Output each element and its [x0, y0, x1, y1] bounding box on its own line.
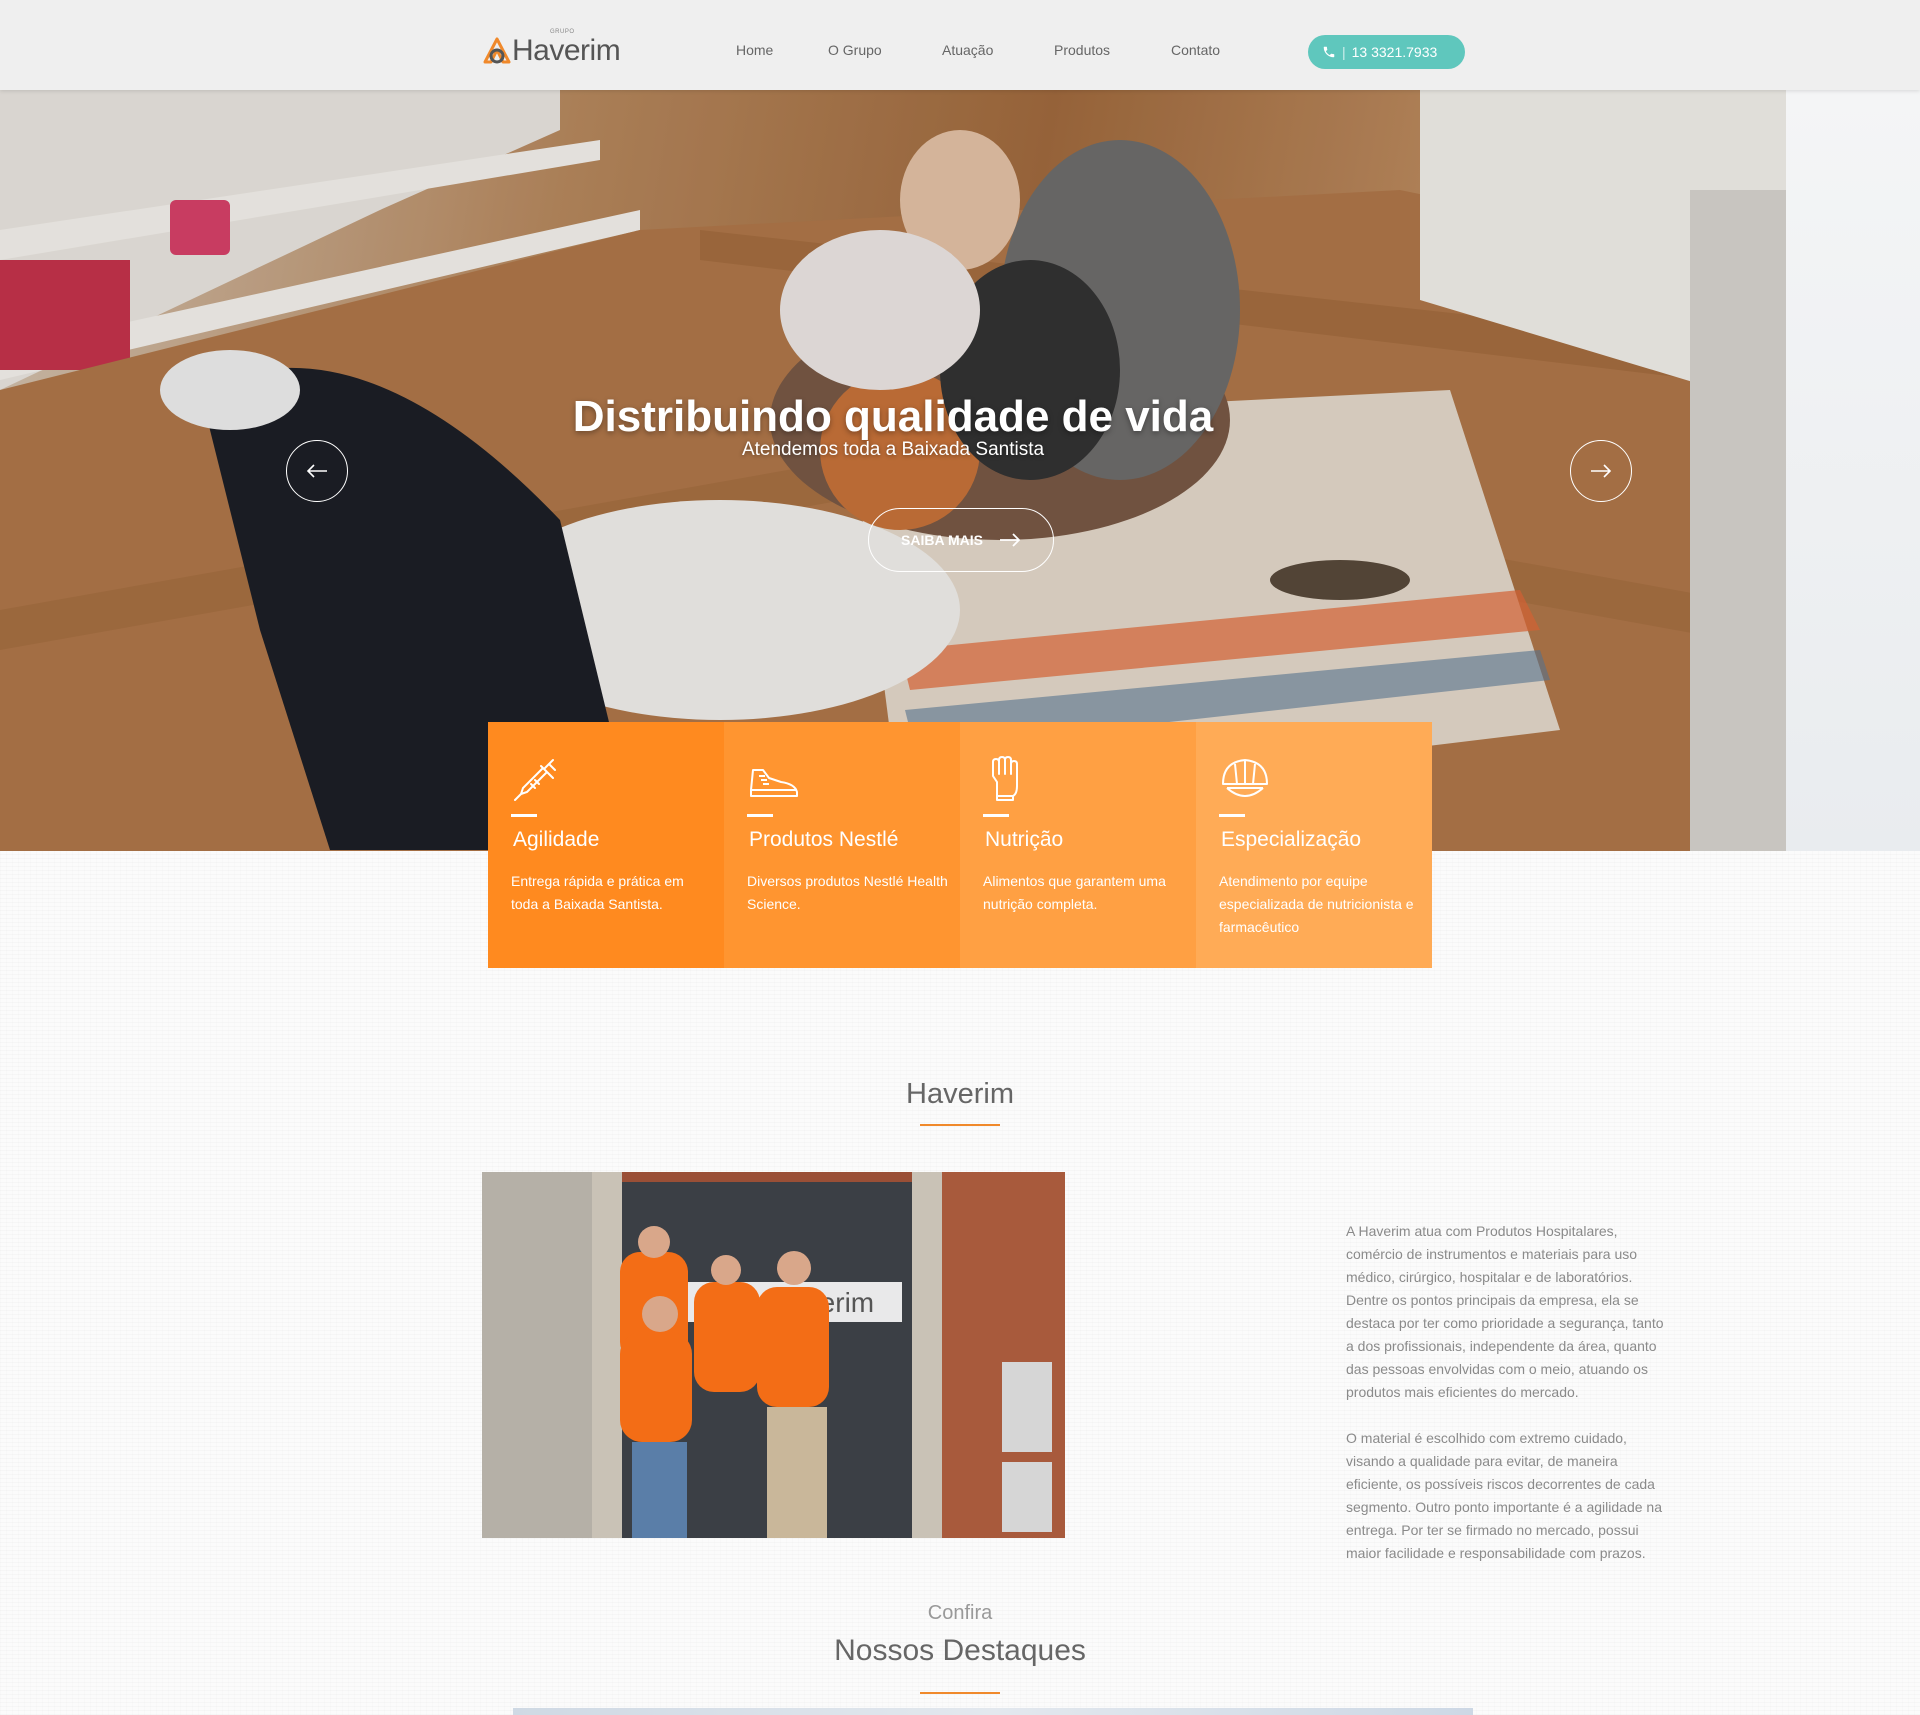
feature-bar [747, 814, 773, 817]
feature-bar [1219, 814, 1245, 817]
highlights-title-underline [920, 1692, 1000, 1694]
feature-text: Alimentos que garantem uma nutrição comp… [983, 873, 1166, 912]
phone-number: 13 3321.7933 [1351, 44, 1438, 60]
saiba-mais-button[interactable]: SAIBA MAIS [868, 508, 1054, 572]
arrow-right-icon [1591, 464, 1612, 478]
site-logo[interactable]: GRUPO Haverim [482, 26, 632, 67]
about-title-underline [920, 1124, 1000, 1126]
nav-o-grupo[interactable]: O Grupo [828, 42, 882, 58]
feature-card-nutricao: Nutrição Alimentos que garantem uma nutr… [960, 722, 1196, 968]
glove-icon [992, 756, 1018, 801]
feature-cards: Agilidade Entrega rápida e prática em to… [488, 722, 1432, 968]
feature-text: Atendimento por equipe especializada de … [1219, 873, 1414, 935]
feature-text: Entrega rápida e prática em toda a Baixa… [511, 873, 684, 912]
highlights-carousel-top [513, 1708, 1473, 1715]
nav-atuacao[interactable]: Atuação [942, 42, 993, 58]
feature-title: Produtos Nestlé [749, 828, 899, 851]
saiba-mais-label: SAIBA MAIS [901, 532, 983, 548]
feature-title: Especialização [1221, 828, 1362, 851]
slider-next-button[interactable] [1570, 440, 1632, 502]
feature-bar [511, 814, 537, 817]
about-title: Haverim [906, 1078, 1014, 1110]
feature-card-agilidade: Agilidade Entrega rápida e prática em to… [488, 722, 724, 968]
highlights-title: Nossos Destaques [834, 1634, 1086, 1667]
phone-separator: | [1342, 44, 1346, 60]
nav-home[interactable]: Home [736, 42, 773, 58]
feature-title: Nutrição [985, 828, 1064, 851]
hero-subtitle: Atendemos toda a Baixada Santista [741, 439, 1045, 460]
about-paragraph-1: A Haverim atua com Produtos Hospitalares… [1346, 1223, 1664, 1400]
feature-card-especializacao: Especialização Atendimento por equipe es… [1196, 722, 1432, 968]
logo-wordmark: Haverim [512, 34, 621, 67]
about-text: A Haverim atua com Produtos Hospitalares… [1346, 1220, 1666, 1565]
hero-title: Distribuindo qualidade de vida [572, 392, 1214, 441]
hero-side-panel [1786, 90, 1920, 851]
about-paragraph-2: O material é escolhido com extremo cuida… [1346, 1430, 1662, 1561]
highlights-kicker: Confira [927, 1602, 993, 1624]
feature-bar [983, 814, 1009, 817]
helmet-icon [1222, 759, 1268, 797]
shoe-icon [750, 769, 798, 797]
arrow-left-icon [306, 464, 327, 478]
feature-text: Diversos produtos Nestlé Health Science. [747, 873, 948, 912]
nav-contato[interactable]: Contato [1171, 42, 1220, 58]
feature-title: Agilidade [513, 828, 600, 851]
slider-prev-button[interactable] [286, 440, 348, 502]
nav-produtos[interactable]: Produtos [1054, 42, 1110, 58]
team-photo: Haverim [482, 1172, 1065, 1538]
logo-mark-icon [483, 37, 511, 64]
site-header: GRUPO Haverim Home O Grupo Atuação Produ… [0, 0, 1920, 90]
phone-icon [1323, 46, 1335, 58]
arrow-right-icon [999, 533, 1021, 547]
team-photo-image: Haverim [482, 1172, 1065, 1538]
phone-button[interactable]: | 13 3321.7933 [1308, 35, 1465, 69]
feature-card-produtos-nestle: Produtos Nestlé Diversos produtos Nestlé… [724, 722, 960, 968]
syringe-icon [514, 759, 556, 801]
